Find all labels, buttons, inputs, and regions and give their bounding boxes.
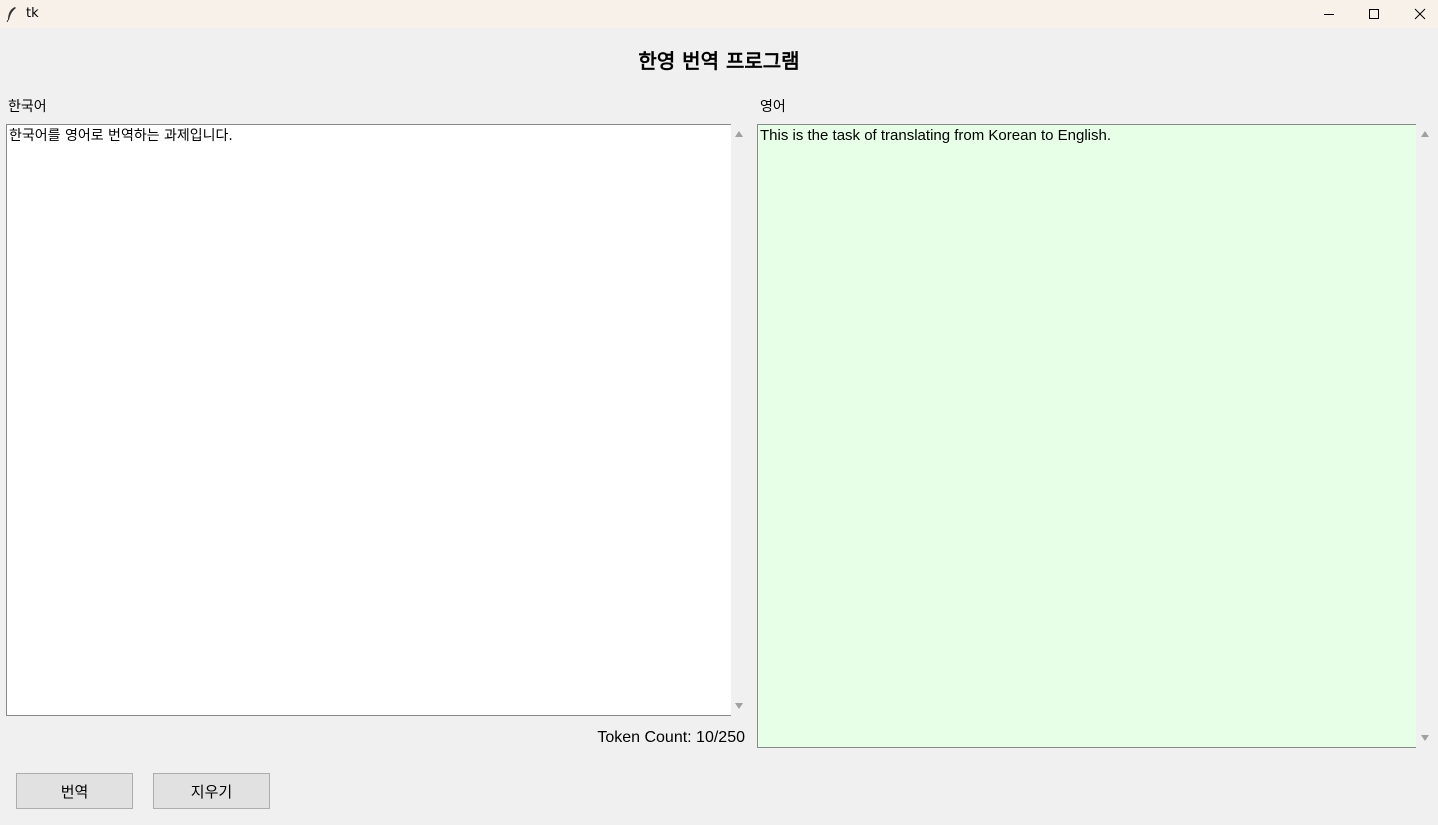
english-output[interactable]: This is the task of translating from Kor…: [757, 124, 1416, 748]
close-icon: [1414, 8, 1426, 20]
close-button[interactable]: [1397, 0, 1438, 28]
maximize-icon: [1368, 8, 1380, 20]
minimize-button[interactable]: [1306, 0, 1352, 28]
minimize-icon: [1323, 8, 1335, 20]
scroll-up-arrow-icon[interactable]: [731, 126, 747, 142]
korean-input[interactable]: 한국어를 영어로 번역하는 과제입니다.: [6, 124, 731, 716]
translate-button[interactable]: 번역: [16, 773, 133, 809]
scroll-up-arrow-icon[interactable]: [1416, 126, 1434, 142]
token-count: Token Count: 10/250: [597, 729, 745, 746]
page-title: 한영 번역 프로그램: [638, 49, 800, 73]
title-bar: tk: [0, 0, 1438, 28]
clear-button[interactable]: 지우기: [153, 773, 270, 809]
feather-icon: [6, 6, 18, 23]
korean-label: 한국어: [8, 99, 47, 115]
scroll-down-arrow-icon[interactable]: [731, 698, 747, 714]
maximize-button[interactable]: [1351, 0, 1397, 28]
english-scrollbar[interactable]: [1416, 124, 1434, 748]
korean-scrollbar[interactable]: [731, 124, 747, 716]
window-title: tk: [26, 6, 39, 21]
scroll-down-arrow-icon[interactable]: [1416, 730, 1434, 746]
english-label: 영어: [760, 99, 786, 115]
